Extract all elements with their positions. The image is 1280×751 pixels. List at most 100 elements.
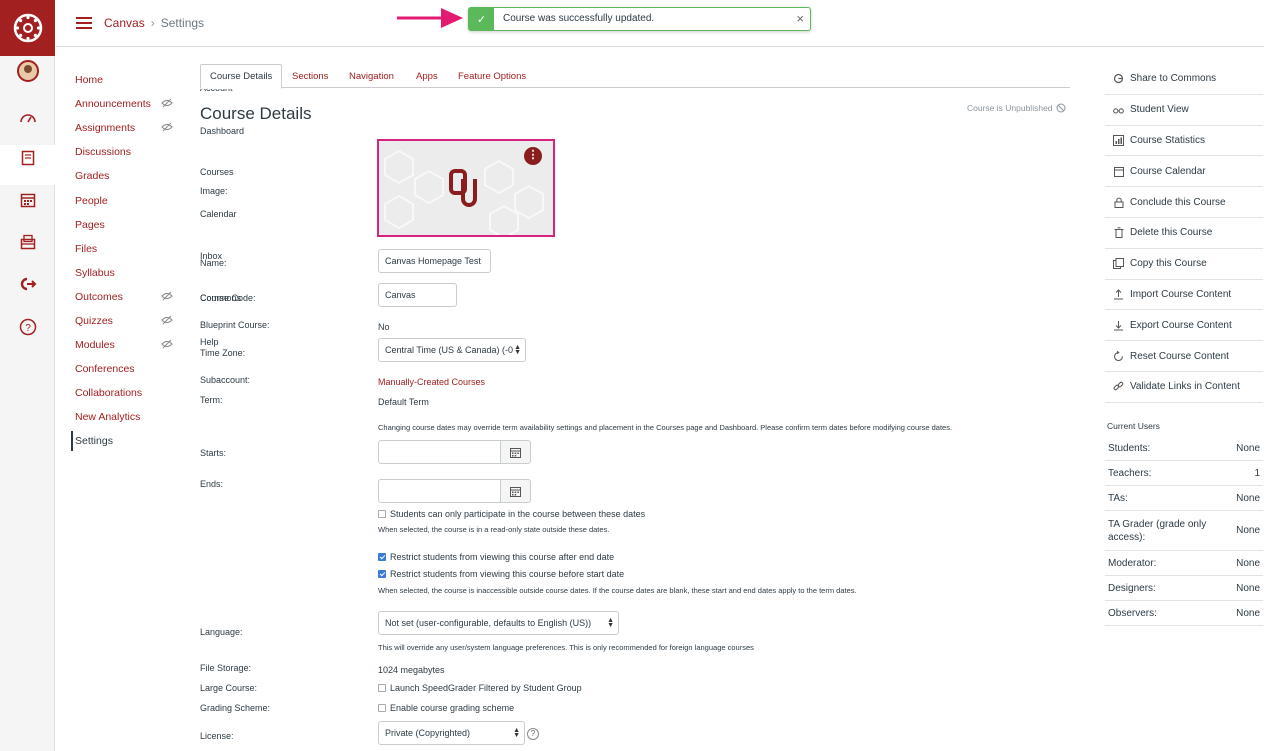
help-circle-icon[interactable]: ? [527,728,539,740]
calendar-icon [20,193,35,208]
gnav-help-label: Help [200,337,219,347]
course-nav-conferences[interactable]: Conferences [75,357,185,381]
language-label: Language: [200,627,243,637]
breadcrumb-root-link[interactable]: Canvas [104,16,145,30]
canvas-logo-icon[interactable] [0,0,55,56]
course-calendar-button[interactable]: Course Calendar [1105,156,1263,188]
import-content-button[interactable]: Import Course Content [1105,280,1263,311]
tab-label: Apps [416,70,438,82]
tab-navigation[interactable]: Navigation [349,64,394,88]
action-label: Copy this Course [1130,258,1207,270]
course-nav-assignments[interactable]: Assignments [75,116,185,140]
course-nav-label: Conferences [75,363,135,376]
dashboard-icon [19,114,36,123]
global-navigation: Account Dashboard Courses Calendar Inbox… [0,0,244,751]
subaccount-link[interactable]: Manually-Created Courses [378,377,485,387]
restrict-after-label: Restrict students from viewing this cour… [390,552,615,562]
image-options-icon[interactable]: ⋮ [524,147,542,165]
restrict-after-checkbox[interactable]: Restrict students from viewing this cour… [378,552,614,562]
checkbox-box-checked[interactable] [378,553,386,561]
starts-date-input[interactable] [378,440,501,464]
help-icon: ? [19,318,36,336]
course-image[interactable]: ⋮ [377,139,555,237]
action-label: Validate Links in Content [1130,381,1240,393]
avatar [16,60,39,82]
course-nav-outcomes[interactable]: Outcomes [75,285,185,309]
license-select[interactable]: Private (Copyrighted) ▲ ▼ [378,721,525,745]
course-nav-new-analytics[interactable]: New Analytics [75,405,185,429]
starts-date-field [378,440,531,464]
tab-label: Feature Options [458,70,527,82]
course-nav-modules[interactable]: Modules [75,333,185,357]
close-icon[interactable]: × [796,11,804,26]
large-course-checkbox[interactable]: Launch SpeedGrader Filtered by Student G… [378,683,582,693]
tab-apps[interactable]: Apps [416,64,438,88]
tab-label: Navigation [349,70,394,82]
language-select[interactable]: Not set (user-configurable, defaults to … [378,611,619,635]
gnav-courses[interactable]: Courses [0,145,234,185]
course-code-input[interactable]: Canvas [378,283,457,307]
course-statistics-button[interactable]: Course Statistics [1105,126,1263,157]
grading-scheme-checkbox[interactable]: Enable course grading scheme [378,703,514,713]
delete-course-button[interactable]: Delete this Course [1105,218,1263,249]
checkbox-box-checked[interactable] [378,570,386,578]
course-nav-label: Pages [75,218,105,231]
user-count: None [1236,442,1260,454]
user-count: None [1236,525,1260,536]
ends-date-input[interactable] [378,479,501,503]
course-nav-announcements[interactable]: Announcements [75,92,185,116]
share-to-commons-button[interactable]: Share to Commons [1105,64,1263,95]
course-nav-syllabus[interactable]: Syllabus [75,261,185,285]
copy-course-button[interactable]: Copy this Course [1105,249,1263,280]
participate-checkbox[interactable]: Students can only participate in the cou… [378,509,645,519]
chevron-updown-icon: ▲ ▼ [514,344,521,356]
course-nav-label: New Analytics [75,411,141,424]
course-nav-label: Grades [75,170,110,183]
blueprint-label: Blueprint Course: [200,320,270,330]
language-hint: This will override any user/system langu… [378,643,754,652]
eye-slash-icon [161,339,173,349]
toast-message: Course was successfully updated. [503,13,655,24]
users-row-students: Students: None [1105,436,1263,461]
checkbox-box[interactable] [378,510,386,518]
course-nav-collaborations[interactable]: Collaborations [75,381,185,405]
gnav-account[interactable]: Account [0,60,233,93]
course-status-label: Course is Unpublished [967,103,1053,113]
course-nav-grades[interactable]: Grades [75,164,185,188]
hamburger-menu-icon[interactable] [76,17,92,29]
calendar-icon[interactable] [500,440,531,464]
course-nav-home[interactable]: Home [75,68,185,92]
user-count: None [1236,492,1260,504]
gnav-calendar[interactable]: Calendar [0,192,237,219]
course-nav-files[interactable]: Files [75,237,185,261]
course-nav-settings[interactable]: Settings [71,429,185,453]
course-nav-label: Home [75,74,104,87]
course-nav-people[interactable]: People [75,188,185,212]
conclude-course-button[interactable]: Conclude this Course [1105,187,1263,218]
gnav-inbox[interactable]: Inbox [0,234,222,261]
checkbox-box[interactable] [378,704,386,712]
action-label: Conclude this Course [1130,196,1226,208]
student-view-button[interactable]: Student View [1105,95,1263,126]
time-zone-select[interactable]: Central Time (US & Canada) (-06:00) ▲▼ [378,338,526,362]
export-content-button[interactable]: Export Course Content [1105,310,1263,342]
tab-course-details[interactable]: Course Details [200,64,283,89]
gnav-commons[interactable]: Commons [0,276,241,303]
time-zone-value: Central Time (US & Canada) (-06:00) [385,345,513,355]
calendar-icon[interactable] [500,479,531,503]
course-name-input[interactable]: Canvas Homepage Test [378,249,491,273]
validate-links-button[interactable]: Validate Links in Content [1105,372,1263,403]
restrict-before-checkbox[interactable]: Restrict students from viewing this cour… [378,569,624,579]
gnav-dashboard[interactable]: Dashboard [0,109,244,136]
current-users-title: Current Users [1107,421,1160,431]
tab-feature-options[interactable]: Feature Options [458,64,526,88]
user-count: None [1236,557,1260,569]
reset-content-button[interactable]: Reset Course Content [1105,341,1263,372]
tab-sections[interactable]: Sections [292,64,328,88]
course-nav-pages[interactable]: Pages [75,213,185,237]
course-nav-quizzes[interactable]: Quizzes [75,309,185,333]
checkbox-box[interactable] [378,684,386,692]
gnav-help[interactable]: ? Help [0,318,219,347]
gnav-dashboard-label: Dashboard [200,126,245,136]
course-nav-discussions[interactable]: Discussions [75,140,185,164]
